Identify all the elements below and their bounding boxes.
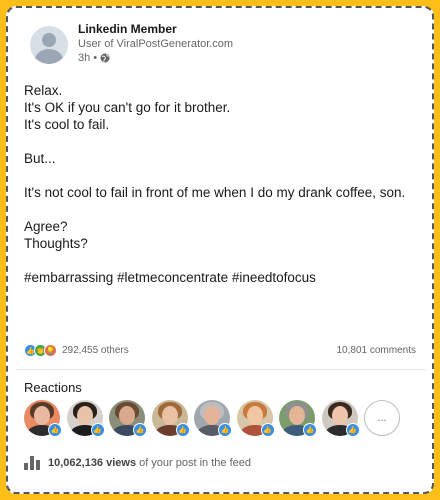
- like-badge-icon: 👍: [175, 423, 190, 437]
- reactor-avatar[interactable]: 👍: [66, 400, 105, 437]
- post-time-row: 3h •: [78, 51, 233, 65]
- post-line: But...: [24, 151, 56, 166]
- post-body: Relax. It's OK if you can't go for it bro…: [24, 82, 424, 286]
- post-line: #embarrassing #letmeconcentrate #ineedto…: [24, 270, 316, 285]
- reactor-avatar[interactable]: 👍: [24, 400, 62, 437]
- post-header: Linkedin Member User of ViralPostGenerat…: [30, 22, 233, 65]
- post-line: [24, 201, 424, 218]
- post-line: [24, 252, 424, 269]
- author-avatar[interactable]: [30, 26, 68, 64]
- post-time: 3h: [78, 52, 91, 64]
- post-line: [24, 133, 424, 150]
- bar-chart-icon: [24, 456, 40, 470]
- author-meta: Linkedin Member User of ViralPostGenerat…: [78, 22, 233, 65]
- reactor-avatar[interactable]: 👍: [151, 400, 190, 437]
- like-badge-icon: 👍: [303, 423, 317, 437]
- engagement-bar: 👍 👏 💡 292,455 others 10,801 comments: [24, 344, 416, 357]
- like-badge-icon: 👍: [133, 423, 147, 437]
- reactor-avatar[interactable]: 👍: [279, 400, 317, 437]
- post-line: It's OK if you can't go for it brother.: [24, 100, 231, 115]
- divider: [16, 369, 426, 370]
- reactor-list: 👍 👍 👍 👍 👍 👍 👍 👍...: [24, 400, 400, 437]
- reaction-summary[interactable]: 👍 👏 💡 292,455 others: [24, 344, 129, 357]
- more-reactions-button[interactable]: ...: [364, 400, 400, 436]
- avatar-head-shape: [42, 33, 56, 47]
- comment-count[interactable]: 10,801 comments: [337, 345, 417, 356]
- post-line: Agree?: [24, 219, 68, 234]
- reactor-avatar[interactable]: 👍: [321, 400, 360, 437]
- post-line: It's cool to fail.: [24, 117, 110, 132]
- avatar-body-shape: [35, 49, 63, 64]
- post-line: Relax.: [24, 83, 63, 98]
- like-badge-icon: 👍: [345, 423, 360, 437]
- time-separator: •: [93, 52, 98, 64]
- post-line: It's not cool to fail in front of me whe…: [24, 185, 406, 200]
- like-badge-icon: 👍: [90, 423, 105, 437]
- yellow-frame: Linkedin Member User of ViralPostGenerat…: [0, 0, 440, 500]
- like-badge-icon: 👍: [260, 423, 275, 437]
- author-subtitle: User of ViralPostGenerator.com: [78, 38, 234, 50]
- like-badge-icon: 👍: [218, 423, 232, 437]
- insightful-icon: 💡: [44, 344, 57, 357]
- views-count: 10,062,136 views: [48, 457, 137, 469]
- globe-icon: [100, 53, 110, 63]
- views-suffix: of your post in the feed: [139, 457, 251, 469]
- views-stat[interactable]: 10,062,136 views of your post in the fee…: [24, 456, 251, 470]
- post-line: [24, 167, 424, 184]
- post-card: Linkedin Member User of ViralPostGenerat…: [6, 6, 434, 494]
- author-name[interactable]: Linkedin Member: [78, 22, 233, 37]
- reactor-avatar[interactable]: 👍: [236, 400, 275, 437]
- reactions-heading: Reactions: [24, 380, 82, 395]
- reactor-avatar[interactable]: 👍: [194, 400, 232, 437]
- reactor-avatar[interactable]: 👍: [109, 400, 147, 437]
- reaction-count[interactable]: 292,455 others: [62, 345, 129, 356]
- post-line: Thoughts?: [24, 236, 88, 251]
- like-badge-icon: 👍: [48, 423, 62, 437]
